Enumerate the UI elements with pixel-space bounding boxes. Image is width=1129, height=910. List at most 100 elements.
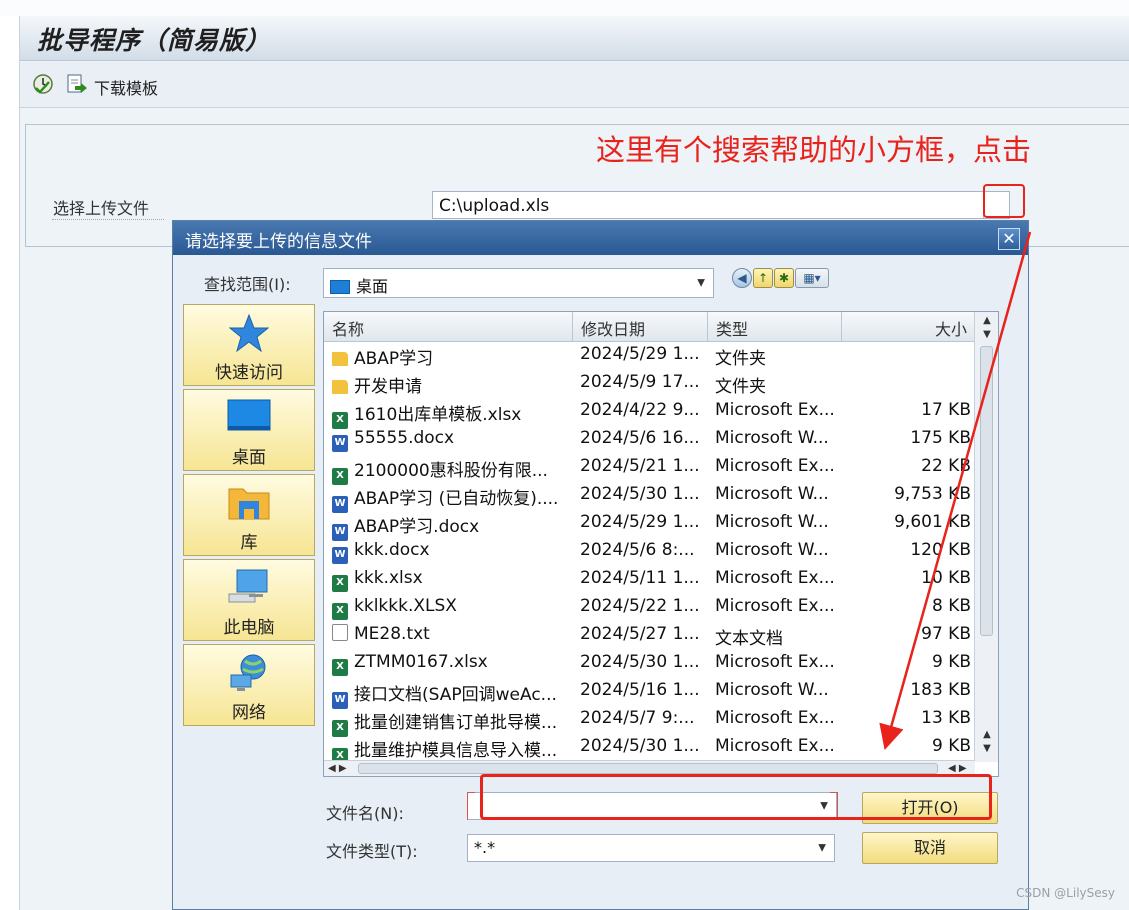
desktop-small-icon	[330, 280, 350, 294]
file-date-cell: 2024/5/6 16...	[580, 428, 700, 448]
place-this-pc[interactable]: 此电脑	[183, 559, 315, 641]
vertical-scrollbar[interactable]: ▲ ▼ ▲ ▼	[974, 312, 998, 762]
file-type-cell: 文件夹	[715, 377, 766, 397]
excel-file-icon: X	[332, 659, 348, 676]
file-type-cell: Microsoft Ex...	[715, 736, 835, 756]
file-name-cell: W 55555.docx	[332, 428, 572, 452]
chevron-down-icon[interactable]: ▼	[818, 843, 826, 854]
execute-icon[interactable]	[32, 73, 54, 95]
file-size-cell: 183 KB	[910, 680, 971, 700]
scroll-up-icon[interactable]: ▼	[979, 328, 995, 342]
file-name: 1610出库单模板.xlsx	[354, 405, 522, 425]
file-name: 接口文档(SAP回调weAc...	[354, 685, 557, 705]
file-name: 2100000惠科股份有限...	[354, 461, 548, 481]
excel-file-icon: X	[332, 575, 348, 592]
column-header-type[interactable]: 类型	[708, 312, 842, 342]
file-size-cell: 13 KB	[921, 708, 971, 728]
cancel-button[interactable]: 取消	[862, 832, 998, 864]
download-template-button[interactable]: 下载模板	[94, 75, 158, 99]
annotation-highlight-open	[480, 774, 992, 820]
file-type-cell: 文件夹	[715, 349, 766, 369]
column-header-name[interactable]: 名称	[324, 312, 573, 342]
file-row[interactable]: X 2100000惠科股份有限... 2024/5/21 1... Microsoft…	[324, 453, 975, 485]
place-library[interactable]: 库	[183, 474, 315, 556]
file-list-header: 名称 修改日期 类型 大小	[324, 312, 975, 342]
file-row[interactable]: X 批量创建销售订单批导模... 2024/5/7 9:... Microsoft E…	[324, 705, 975, 737]
dialog-title: 请选择要上传的信息文件	[173, 221, 1028, 255]
file-type-cell: Microsoft Ex...	[715, 652, 835, 672]
upload-file-label: 选择上传文件	[53, 199, 150, 218]
back-icon[interactable]: ◀	[732, 268, 752, 288]
filetype-label: 文件类型(T):	[326, 842, 418, 861]
file-row[interactable]: X ZTMM0167.xlsx 2024/5/30 1... Microsoft Ex…	[324, 649, 975, 677]
file-name-cell: X ZTMM0167.xlsx	[332, 652, 572, 676]
upload-file-input[interactable]: C:\upload.xls	[432, 191, 984, 219]
annotation-highlight-help	[983, 184, 1025, 218]
library-icon	[228, 488, 270, 520]
computer-icon	[228, 569, 268, 603]
file-row[interactable]: 开发申请 2024/5/9 17... 文件夹	[324, 369, 975, 397]
file-date-cell: 2024/5/30 1...	[580, 652, 700, 672]
file-list: 名称 修改日期 类型 大小 ABAP学习 2024/5/29 1... 文件夹 开发申…	[323, 311, 999, 777]
file-row[interactable]: W 55555.docx 2024/5/6 16... Microsoft W... 1…	[324, 425, 975, 453]
file-type-cell: Microsoft Ex...	[715, 568, 835, 588]
view-menu-icon[interactable]: ▦▾	[795, 268, 829, 288]
file-date-cell: 2024/5/11 1...	[580, 568, 700, 588]
scroll-down-icon[interactable]: ▲	[979, 728, 995, 742]
place-label: 快速访问	[215, 363, 283, 383]
scroll-thumb[interactable]	[358, 763, 938, 774]
file-date-cell: 2024/5/16 1...	[580, 680, 700, 700]
file-row[interactable]: Xkklkkk.XLSX 2024/5/22 1... Microsoft Ex..…	[324, 593, 975, 621]
place-label: 桌面	[232, 448, 266, 468]
file-row[interactable]: X 1610出库单模板.xlsx 2024/4/22 9... Microsoft E…	[324, 397, 975, 429]
text-file-icon	[332, 624, 348, 641]
file-row[interactable]: Wkkk.docx 2024/5/6 8:... Microsoft W... 120…	[324, 537, 975, 565]
file-name: ZTMM0167.xlsx	[354, 652, 488, 672]
scroll-thumb[interactable]	[980, 346, 993, 636]
file-row[interactable]: W ABAP学习 (已自动恢复).... 2024/5/30 1... Microso…	[324, 481, 975, 513]
label-underline	[52, 219, 164, 220]
file-row[interactable]: W 接口文档(SAP回调weAc... 2024/5/16 1... Microsof…	[324, 677, 975, 709]
word-file-icon: W	[332, 435, 348, 452]
close-icon[interactable]: ✕	[998, 228, 1020, 250]
up-folder-icon[interactable]: ↑	[753, 268, 773, 288]
file-row[interactable]: ME28.txt 2024/5/27 1... 文本文档 97 KB	[324, 621, 975, 649]
place-label: 此电脑	[223, 618, 275, 638]
file-type-cell: Microsoft W...	[715, 484, 829, 504]
place-desktop[interactable]: 桌面	[183, 389, 315, 471]
place-network[interactable]: 网络	[183, 644, 315, 726]
file-name: ABAP学习.docx	[354, 517, 480, 537]
column-header-date[interactable]: 修改日期	[573, 312, 708, 342]
new-folder-icon[interactable]: ✱	[774, 268, 794, 288]
file-row[interactable]: W ABAP学习.docx 2024/5/29 1... Microsoft W...…	[324, 509, 975, 541]
file-size-cell: 8 KB	[931, 596, 971, 616]
file-date-cell: 2024/5/29 1...	[580, 512, 700, 532]
file-date-cell: 2024/5/30 1...	[580, 484, 700, 504]
file-row[interactable]: ABAP学习 2024/5/29 1... 文件夹	[324, 341, 975, 369]
file-name-cell: ABAP学习	[332, 344, 572, 369]
place-quick-access[interactable]: 快速访问	[183, 304, 315, 386]
file-date-cell: 2024/4/22 9...	[580, 400, 700, 420]
file-date-cell: 2024/5/22 1...	[580, 596, 700, 616]
file-date-cell: 2024/5/9 17...	[580, 372, 700, 392]
sap-toolbar: 下载模板	[20, 62, 1129, 108]
file-date-cell: 2024/5/27 1...	[580, 624, 700, 644]
file-name-cell: 开发申请	[332, 372, 572, 397]
network-icon	[230, 654, 266, 691]
scroll-left-icon[interactable]: ◀ ▶	[328, 761, 347, 776]
filetype-dropdown[interactable]: *.* ▼	[467, 834, 835, 862]
file-size-cell: 9,601 KB	[894, 512, 971, 532]
file-name-cell: Xkkk.xlsx	[332, 568, 572, 592]
column-header-size[interactable]: 大小	[842, 312, 975, 342]
top-strip	[0, 0, 1129, 16]
file-size-cell: 17 KB	[921, 400, 971, 420]
lookin-dropdown[interactable]: 桌面 ▼	[323, 268, 714, 298]
file-name: 批量创建销售订单批导模...	[354, 713, 558, 733]
download-template-icon[interactable]	[66, 73, 88, 95]
file-row[interactable]: X 批量维护模具信息导入模... 2024/5/30 1... Microsoft E…	[324, 733, 975, 765]
lookin-label: 查找范围(I):	[204, 275, 291, 294]
file-type-cell: 文本文档	[715, 629, 783, 649]
scroll-down-icon[interactable]: ▼	[979, 742, 995, 756]
file-row[interactable]: Xkkk.xlsx 2024/5/11 1... Microsoft Ex... 10…	[324, 565, 975, 593]
scroll-up-icon[interactable]: ▲	[979, 314, 995, 328]
